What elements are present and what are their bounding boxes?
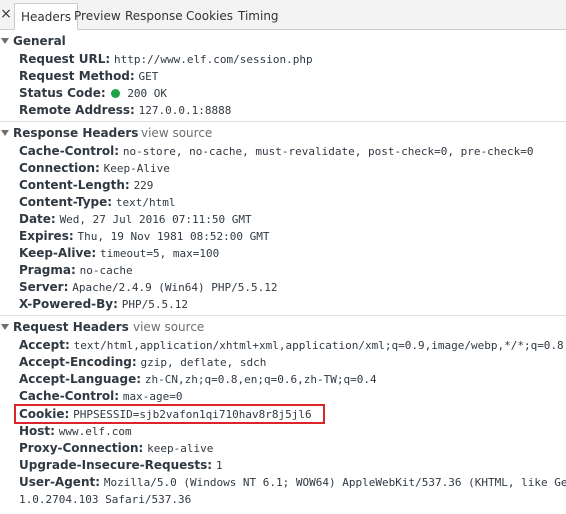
cookie-highlight-box — [14, 404, 325, 424]
header-row: Cache-Control: max-age=0 — [19, 388, 183, 404]
header-row: Cache-Control: no-store, no-cache, must-… — [19, 143, 534, 159]
header-row: Content-Type: text/html — [19, 194, 176, 210]
header-row: Upgrade-Insecure-Requests: 1 — [19, 457, 223, 473]
header-value: Wed, 27 Jul 2016 07:11:50 GMT — [59, 213, 252, 226]
header-row: Date: Wed, 27 Jul 2016 07:11:50 GMT — [19, 211, 252, 227]
header-row: Host: www.elf.com — [19, 423, 132, 439]
section-response-headers-header[interactable]: Response Headers — [0, 125, 138, 141]
header-value: zh-CN,zh;q=0.8,en;q=0.6,zh-TW;q=0.4 — [144, 373, 377, 386]
header-value: GET — [138, 70, 159, 83]
tab-preview[interactable]: Preview — [68, 3, 127, 30]
header-value: 229 — [133, 179, 154, 192]
header-value: gzip, deflate, sdch — [140, 356, 267, 369]
section-request-headers-header[interactable]: Request Headers — [0, 319, 129, 335]
header-key: Content-Length: — [19, 178, 130, 192]
header-value: no-cache — [79, 264, 133, 277]
header-key: Accept: — [19, 338, 70, 352]
header-row: X-Powered-By: PHP/5.5.12 — [19, 296, 188, 312]
header-key: Date: — [19, 212, 56, 226]
header-row: Pragma: no-cache — [19, 262, 133, 278]
header-key: Connection: — [19, 161, 100, 175]
header-row: Content-Length: 229 — [19, 177, 153, 193]
header-value: http://www.elf.com/session.php — [113, 53, 313, 66]
view-source-link[interactable]: view source — [141, 125, 212, 141]
header-row: Request Method: GET — [19, 68, 158, 84]
header-value: Thu, 19 Nov 1981 08:52:00 GMT — [77, 230, 270, 243]
header-value: PHP/5.5.12 — [121, 298, 188, 311]
header-value: 1 — [215, 459, 223, 472]
header-row: User-Agent: Mozilla/5.0 (Windows NT 6.1;… — [19, 474, 566, 490]
header-key: Remote Address: — [19, 103, 135, 117]
header-row: Remote Address: 127.0.0.1:8888 — [19, 102, 231, 118]
header-row: Proxy-Connection: keep-alive — [19, 440, 213, 456]
header-value: keep-alive — [147, 442, 214, 455]
header-row: Server: Apache/2.4.9 (Win64) PHP/5.5.12 — [19, 279, 278, 295]
header-row: Status Code: 200 OK — [19, 85, 167, 101]
header-key: Server: — [19, 280, 69, 294]
header-key: Cache-Control: — [19, 144, 120, 158]
tab-timing[interactable]: Timing — [232, 3, 285, 30]
tab-cookies[interactable]: Cookies — [180, 3, 239, 30]
header-key: Accept-Language: — [19, 372, 142, 386]
header-key: Content-Type: — [19, 195, 113, 209]
header-row: Connection: Keep-Alive — [19, 160, 170, 176]
header-value: no-store, no-cache, must-revalidate, pos… — [122, 145, 534, 158]
header-key: User-Agent: — [19, 475, 101, 489]
section-divider — [0, 121, 566, 122]
header-value: 200 OK — [127, 87, 168, 100]
header-key: Request URL: — [19, 52, 111, 66]
header-key: X-Powered-By: — [19, 297, 118, 311]
section-title: Request Headers — [13, 320, 129, 334]
header-row: Request URL: http://www.elf.com/session.… — [19, 51, 313, 67]
header-row: Accept-Encoding: gzip, deflate, sdch — [19, 354, 266, 370]
header-row: Keep-Alive: timeout=5, max=100 — [19, 245, 219, 261]
section-general-header[interactable]: General — [0, 33, 66, 49]
expand-triangle-icon — [1, 324, 9, 330]
header-value: text/html,application/xhtml+xml,applicat… — [73, 339, 564, 352]
expand-triangle-icon — [1, 130, 9, 136]
header-key: Host: — [19, 424, 55, 438]
header-value: Apache/2.4.9 (Win64) PHP/5.5.12 — [72, 281, 278, 294]
header-key: Expires: — [19, 229, 74, 243]
header-value: www.elf.com — [58, 425, 132, 438]
header-value: Mozilla/5.0 (Windows NT 6.1; WOW64) Appl… — [103, 476, 566, 489]
header-row: Accept-Language: zh-CN,zh;q=0.8,en;q=0.6… — [19, 371, 377, 387]
header-row: Accept: text/html,application/xhtml+xml,… — [19, 337, 564, 353]
header-value: timeout=5, max=100 — [100, 247, 220, 260]
section-divider — [0, 315, 566, 316]
header-row-continuation: 1.0.2704.103 Safari/537.36 — [19, 491, 191, 507]
header-value: text/html — [115, 196, 176, 209]
section-title: General — [13, 34, 66, 48]
view-source-link[interactable]: view source — [133, 319, 204, 335]
header-key: Status Code: — [19, 86, 106, 100]
expand-triangle-icon — [1, 38, 9, 44]
header-key: Accept-Encoding: — [19, 355, 137, 369]
header-value: 1.0.2704.103 Safari/537.36 — [19, 493, 192, 506]
header-row: Expires: Thu, 19 Nov 1981 08:52:00 GMT — [19, 228, 270, 244]
tab-response[interactable]: Response — [119, 3, 189, 30]
header-value: max-age=0 — [122, 390, 183, 403]
header-key: Upgrade-Insecure-Requests: — [19, 458, 213, 472]
header-key: Proxy-Connection: — [19, 441, 144, 455]
header-value: 127.0.0.1:8888 — [138, 104, 232, 117]
header-key: Request Method: — [19, 69, 135, 83]
close-icon[interactable]: × — [0, 6, 12, 22]
header-value: Keep-Alive — [103, 162, 170, 175]
header-key: Keep-Alive: — [19, 246, 97, 260]
header-key: Cache-Control: — [19, 389, 120, 403]
section-title: Response Headers — [13, 126, 139, 140]
status-ok-dot-icon — [111, 89, 121, 98]
devtools-tab-bar: × Headers Preview Response Cookies Timin… — [0, 0, 566, 30]
header-key: Pragma: — [19, 263, 76, 277]
